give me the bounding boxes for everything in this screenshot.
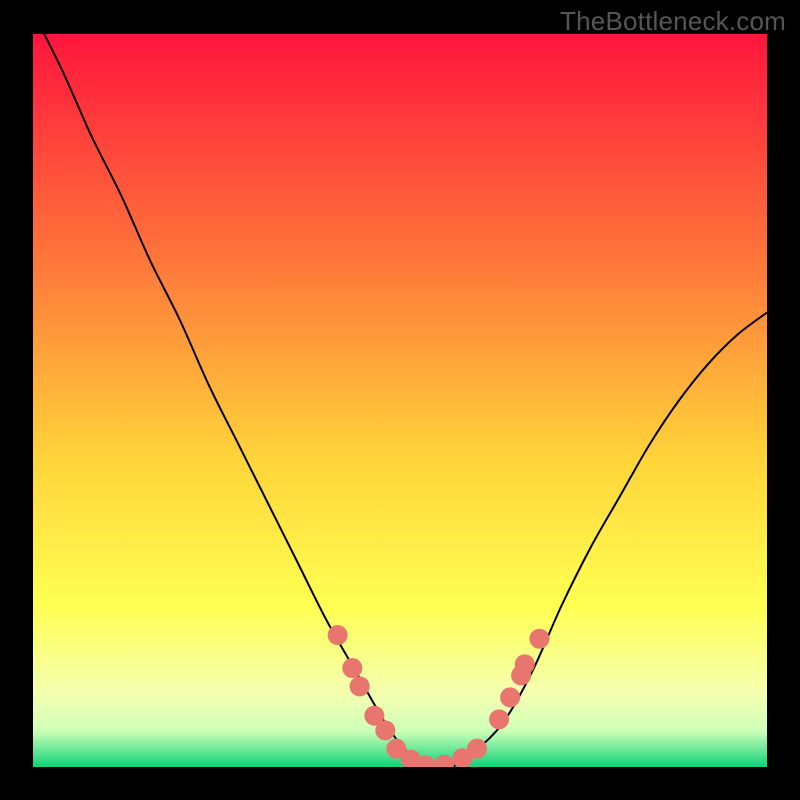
data-marker [416,756,436,776]
data-marker [529,629,549,649]
watermark: TheBottleneck.com [560,6,786,37]
data-marker [467,739,487,759]
chart-frame: TheBottleneck.com [0,0,800,800]
data-marker [500,687,520,707]
data-marker [350,676,370,696]
bottleneck-chart [0,0,800,800]
data-marker [515,654,535,674]
data-marker [375,720,395,740]
plot-background [33,34,767,767]
data-marker [489,709,509,729]
data-marker [342,658,362,678]
data-marker [328,625,348,645]
data-marker [434,755,454,775]
